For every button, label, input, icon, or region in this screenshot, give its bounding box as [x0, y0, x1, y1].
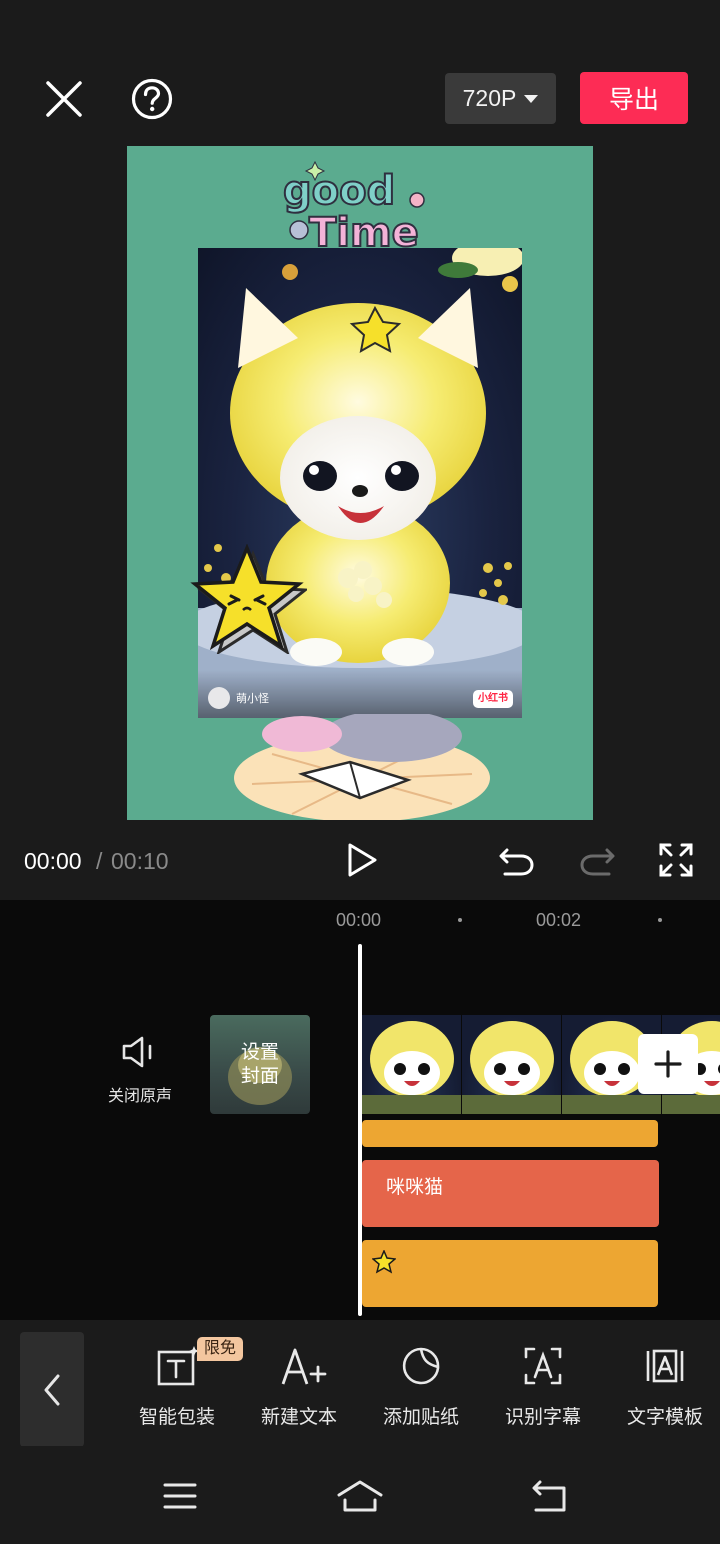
play-icon[interactable] [342, 840, 382, 880]
tool-recognize-subtitle[interactable]: 识别字幕 [488, 1346, 598, 1436]
ruler-label-0: 00:00 [336, 910, 382, 930]
time-separator: / [96, 848, 103, 874]
back-nav-icon[interactable] [530, 1476, 570, 1516]
frame-thumbnail [462, 1021, 561, 1114]
recognize-subtitle-icon [524, 1347, 562, 1385]
plus-icon [654, 1050, 682, 1078]
chevron-left-icon [44, 1374, 60, 1406]
sticker-track-clip[interactable] [362, 1240, 658, 1307]
undo-icon[interactable] [497, 840, 537, 880]
star-sticker-thumbnail-icon [372, 1250, 396, 1274]
add-clip-button[interactable] [638, 1034, 698, 1094]
resolution-value: 720P [462, 85, 517, 111]
platform-badge: 小红书 [473, 690, 513, 708]
tool-add-sticker[interactable]: 添加贴纸 [366, 1346, 476, 1436]
speaker-icon [122, 1036, 152, 1068]
text-track-clip[interactable]: 咪咪猫 [362, 1160, 659, 1227]
mute-original-sound-button[interactable]: 关闭原声 [98, 1030, 182, 1110]
text-clip-label: 咪咪猫 [386, 1177, 444, 1198]
smart-package-icon [157, 1346, 199, 1386]
resolution-dropdown[interactable]: 720P [445, 73, 556, 124]
system-navigation-bar [0, 1446, 720, 1544]
edit-toolbar: 智能包装 新建文本 添加贴纸 识别字幕 文字模板 [0, 1320, 720, 1447]
video-preview[interactable]: good Time 萌小怪 小红书 [127, 146, 593, 820]
audio-track-clip[interactable] [362, 1120, 658, 1147]
set-cover-button[interactable]: 设置 封面 [210, 1015, 310, 1114]
tool-label: 新建文本 [260, 1407, 337, 1428]
video-frame [362, 1015, 462, 1114]
redo-icon[interactable] [577, 840, 617, 880]
export-button[interactable]: 导出 [580, 72, 688, 124]
ruler-label-1: 00:02 [536, 910, 582, 930]
mute-label: 关闭原声 [107, 1088, 172, 1105]
close-icon[interactable] [42, 77, 86, 121]
back-button[interactable] [20, 1332, 84, 1447]
ruler-dot [458, 918, 462, 922]
tool-new-text[interactable]: 新建文本 [244, 1346, 354, 1436]
top-bar: 720P 导出 [0, 0, 720, 140]
home-icon[interactable] [336, 1476, 384, 1516]
good-time-sticker[interactable]: good Time [277, 160, 427, 252]
video-frame [462, 1015, 562, 1114]
new-text-icon [281, 1348, 327, 1385]
help-icon[interactable] [130, 77, 174, 121]
reading-cat-sticker[interactable] [232, 714, 492, 820]
cover-label-line2: 封面 [240, 1066, 279, 1087]
caret-down-icon [524, 94, 539, 103]
photo-footer: 萌小怪 小红书 [198, 670, 522, 718]
sticker-word-good: good [283, 168, 395, 214]
timeline[interactable]: 00:00 00:02 关闭原声 设置 封面 咪咪猫 [0, 900, 720, 1320]
star-sticker[interactable] [187, 544, 307, 654]
sticker-word-time: Time [309, 210, 419, 252]
tool-text-template[interactable]: 文字模板 [610, 1346, 720, 1436]
limited-free-badge: 限免 [197, 1337, 243, 1361]
fullscreen-icon[interactable] [656, 840, 696, 880]
author-avatar [208, 687, 230, 709]
ruler-dot [658, 918, 662, 922]
text-template-icon [646, 1349, 684, 1383]
menu-icon[interactable] [160, 1476, 200, 1516]
tool-label: 识别字幕 [504, 1407, 581, 1428]
export-label: 导出 [608, 86, 659, 114]
frame-thumbnail [362, 1021, 461, 1114]
tool-label: 添加贴纸 [382, 1407, 459, 1428]
playhead[interactable] [358, 944, 362, 1316]
tool-label: 智能包装 [138, 1407, 215, 1428]
author-name: 萌小怪 [236, 693, 269, 705]
playback-bar: 00:00 / 00:10 [0, 830, 720, 900]
tool-label: 文字模板 [626, 1407, 703, 1428]
cover-label: 设置 封面 [210, 1041, 310, 1089]
sticker-icon [402, 1347, 440, 1385]
current-time: 00:00 [24, 848, 82, 874]
cover-label-line1: 设置 [240, 1042, 279, 1063]
total-time: 00:10 [111, 848, 169, 874]
